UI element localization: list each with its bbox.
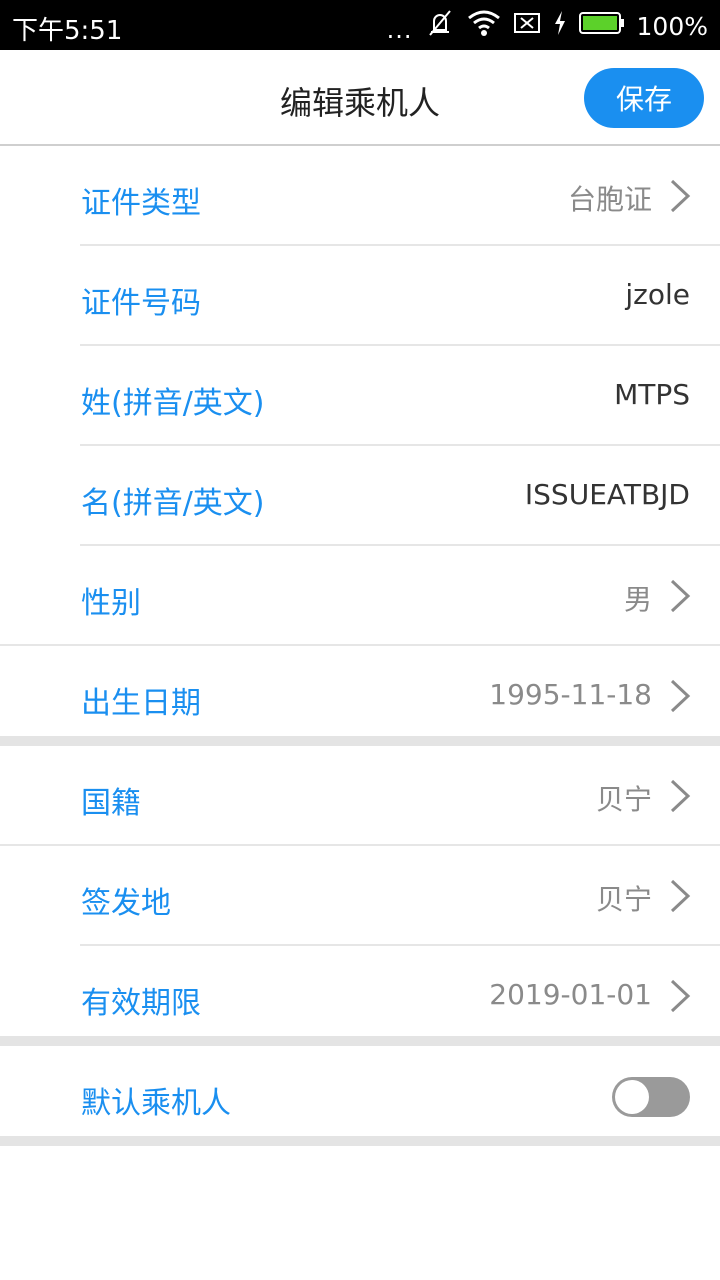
gender-value: 男 — [623, 583, 652, 616]
default-passenger-label: 默认乘机人 — [81, 1086, 231, 1121]
row-issue-place[interactable]: 签发地 贝宁 — [0, 846, 720, 946]
doc-type-value: 台胞证 — [567, 183, 652, 216]
row-surname[interactable]: 姓(拼音/英文) MTPS — [0, 346, 720, 446]
row-doc-type[interactable]: 证件类型 台胞证 — [0, 146, 720, 246]
doc-number-label: 证件号码 — [81, 286, 201, 321]
charging-icon — [553, 10, 567, 43]
row-doc-number[interactable]: 证件号码 jzole — [0, 246, 720, 346]
save-button[interactable]: 保存 — [584, 68, 704, 128]
surname-value[interactable]: MTPS — [614, 378, 690, 411]
chevron-right-icon — [670, 579, 691, 613]
doc-number-value[interactable]: jzole — [625, 278, 690, 311]
battery-icon — [578, 11, 625, 42]
default-passenger-toggle[interactable] — [612, 1077, 690, 1117]
given-name-value[interactable]: ISSUEATBJD — [525, 478, 690, 511]
toggle-knob — [615, 1080, 649, 1114]
status-bar: 下午5:51 ... 100% — [0, 0, 720, 50]
chevron-right-icon — [670, 679, 691, 713]
section-gap — [0, 1036, 720, 1046]
doc-type-label: 证件类型 — [81, 186, 201, 221]
row-nationality[interactable]: 国籍 贝宁 — [0, 746, 720, 846]
row-expiry[interactable]: 有效期限 2019-01-01 — [0, 946, 720, 1046]
row-given-name[interactable]: 名(拼音/英文) ISSUEATBJD — [0, 446, 720, 546]
status-time: 下午5:51 — [12, 16, 123, 46]
given-name-label: 名(拼音/英文) — [81, 486, 265, 521]
nationality-value: 贝宁 — [595, 783, 652, 816]
chevron-right-icon — [670, 179, 691, 213]
birth-date-label: 出生日期 — [81, 686, 201, 721]
expiry-label: 有效期限 — [81, 986, 201, 1021]
battery-percent: 100% — [636, 12, 708, 41]
expiry-value: 2019-01-01 — [489, 978, 652, 1011]
chevron-right-icon — [670, 979, 691, 1013]
no-sim-icon — [513, 11, 541, 42]
birth-date-value: 1995-11-18 — [489, 678, 652, 711]
row-birth-date[interactable]: 出生日期 1995-11-18 — [0, 646, 720, 746]
mute-vibrate-icon — [425, 8, 455, 45]
status-icons: ... 100% — [387, 8, 708, 45]
wifi-icon — [467, 9, 501, 44]
row-default-passenger: 默认乘机人 — [0, 1046, 720, 1146]
chevron-right-icon — [670, 879, 691, 913]
section-gap — [0, 1136, 720, 1146]
issue-place-label: 签发地 — [81, 886, 171, 921]
header-bar: 编辑乘机人 保存 — [0, 50, 720, 146]
surname-label: 姓(拼音/英文) — [81, 386, 265, 421]
nationality-label: 国籍 — [81, 786, 141, 821]
section-gap — [0, 736, 720, 746]
chevron-right-icon — [670, 779, 691, 813]
issue-place-value: 贝宁 — [595, 883, 652, 916]
row-gender[interactable]: 性别 男 — [0, 546, 720, 646]
gender-label: 性别 — [81, 586, 141, 621]
more-notifications-icon: ... — [386, 15, 413, 44]
